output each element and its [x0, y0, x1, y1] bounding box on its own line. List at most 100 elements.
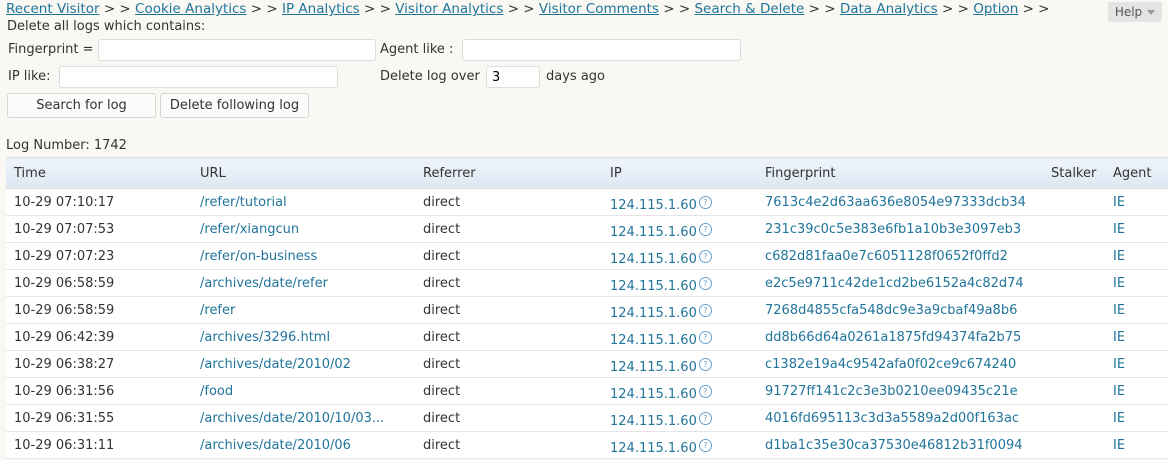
- nav-separator: > >: [663, 1, 691, 17]
- fingerprint-link[interactable]: e2c5e9711c42de1cd2be6152a4c82d74: [765, 276, 1024, 291]
- agent-label: Agent like :: [380, 42, 454, 57]
- ip-link[interactable]: 124.115.1.60: [610, 414, 697, 429]
- agent-link[interactable]: IE: [1113, 222, 1125, 237]
- col-stalker: Stalker: [1043, 157, 1105, 189]
- url-link[interactable]: /refer: [200, 303, 235, 318]
- fingerprint-link[interactable]: 91727ff141c2c3e3b0210ee09435c21e: [765, 384, 1018, 399]
- cell-agent: IE: [1105, 242, 1168, 270]
- ip-link[interactable]: 124.115.1.60: [610, 279, 697, 294]
- nav-cookie-analytics[interactable]: Cookie Analytics: [135, 1, 246, 17]
- ip-link[interactable]: 124.115.1.60: [610, 306, 697, 321]
- cell-referrer: direct: [415, 377, 602, 405]
- nav-search-delete[interactable]: Search & Delete: [694, 1, 804, 17]
- table-row: 10-29 06:31:56/food direct 124.115.1.60? 91…: [6, 377, 1168, 405]
- ip-link[interactable]: 124.115.1.60: [610, 198, 697, 213]
- url-link[interactable]: /archives/date/2010/10/03...: [200, 411, 384, 426]
- col-agent: Agent: [1105, 157, 1168, 189]
- ip-link[interactable]: 124.115.1.60: [610, 360, 697, 375]
- fingerprint-link[interactable]: 7268d4855cfa548dc9e3a9cbaf49a8b6: [765, 303, 1017, 318]
- question-icon[interactable]: ?: [698, 303, 712, 317]
- agent-link[interactable]: IE: [1113, 357, 1125, 372]
- table-row: 10-29 07:07:23/refer/on-business direct 12…: [6, 242, 1168, 270]
- agent-link[interactable]: IE: [1113, 249, 1125, 264]
- fingerprint-link[interactable]: 7613c4e2d63aa636e8054e97333dcb34: [765, 195, 1026, 210]
- nav-option[interactable]: Option: [973, 1, 1018, 17]
- question-icon[interactable]: ?: [698, 249, 712, 263]
- question-icon[interactable]: ?: [698, 276, 712, 290]
- delete-following-log-button[interactable]: Delete following log: [160, 93, 309, 118]
- question-icon[interactable]: ?: [698, 384, 712, 398]
- cell-fingerprint: d1ba1c35e30ca37530e46812b31f0094: [757, 431, 1043, 459]
- days-input[interactable]: [486, 66, 540, 88]
- fingerprint-link[interactable]: 231c39c0c5e383e6fb1a10b3e3097eb3: [765, 222, 1021, 237]
- cell-referrer: direct: [415, 269, 602, 297]
- agent-link[interactable]: IE: [1113, 384, 1125, 399]
- agent-link[interactable]: IE: [1113, 438, 1125, 453]
- nav-separator: > >: [808, 1, 836, 17]
- col-referrer: Referrer: [415, 157, 602, 189]
- help-tab[interactable]: Help: [1108, 2, 1162, 22]
- cell-fingerprint: 7268d4855cfa548dc9e3a9cbaf49a8b6: [757, 296, 1043, 324]
- col-ip: IP: [602, 157, 757, 189]
- ip-link[interactable]: 124.115.1.60: [610, 441, 697, 456]
- url-link[interactable]: /refer/on-business: [200, 249, 317, 264]
- url-link[interactable]: /archives/date/2010/06: [200, 438, 351, 453]
- nav-ip-analytics[interactable]: IP Analytics: [282, 1, 360, 17]
- agent-input[interactable]: [462, 39, 741, 61]
- question-icon[interactable]: ?: [698, 411, 712, 425]
- fingerprint-link[interactable]: 4016fd695113c3d3a5589a2d00f163ac: [765, 411, 1019, 426]
- cell-agent: IE: [1105, 188, 1168, 216]
- cell-referrer: direct: [415, 242, 602, 270]
- fingerprint-input[interactable]: [98, 39, 376, 61]
- cell-url: /archives/date/refer: [192, 269, 415, 297]
- nav-recent-visitor[interactable]: Recent Visitor: [6, 1, 100, 17]
- table-row: 10-29 06:58:59/refer direct 124.115.1.60? 7…: [6, 296, 1168, 324]
- url-link[interactable]: /archives/date/refer: [200, 276, 328, 291]
- cell-time: 10-29 06:58:59: [6, 269, 192, 297]
- fingerprint-link[interactable]: dd8b66d64a0261a1875fd94374fa2b75: [765, 330, 1021, 345]
- nav-visitor-analytics[interactable]: Visitor Analytics: [395, 1, 503, 17]
- fingerprint-link[interactable]: c682d81faa0e7c6051128f0652f0ffd2: [765, 249, 1008, 264]
- ip-link[interactable]: 124.115.1.60: [610, 333, 697, 348]
- url-link[interactable]: /refer/xiangcun: [200, 222, 299, 237]
- agent-link[interactable]: IE: [1113, 303, 1125, 318]
- cell-fingerprint: e2c5e9711c42de1cd2be6152a4c82d74: [757, 269, 1043, 297]
- ip-link[interactable]: 124.115.1.60: [610, 387, 697, 402]
- cell-fingerprint: c682d81faa0e7c6051128f0652f0ffd2: [757, 242, 1043, 270]
- cell-time: 10-29 06:38:27: [6, 350, 192, 378]
- cell-agent: IE: [1105, 215, 1168, 243]
- question-icon[interactable]: ?: [698, 438, 712, 452]
- question-icon[interactable]: ?: [698, 195, 712, 209]
- question-icon[interactable]: ?: [698, 222, 712, 236]
- agent-link[interactable]: IE: [1113, 411, 1125, 426]
- ip-input[interactable]: [59, 66, 338, 88]
- cell-url: /archives/date/2010/10/03...: [192, 404, 415, 432]
- url-link[interactable]: /refer/tutorial: [200, 195, 287, 210]
- table-row: 10-29 06:31:55/archives/date/2010/10/03.…: [6, 404, 1168, 432]
- col-fingerprint: Fingerprint: [757, 157, 1043, 189]
- url-link[interactable]: /archives/date/2010/02: [200, 357, 351, 372]
- agent-link[interactable]: IE: [1113, 330, 1125, 345]
- ip-link[interactable]: 124.115.1.60: [610, 225, 697, 240]
- url-link[interactable]: /food: [200, 384, 233, 399]
- form-heading: Delete all logs which contains:: [7, 19, 206, 34]
- cell-url: /refer/tutorial: [192, 188, 415, 216]
- ip-link[interactable]: 124.115.1.60: [610, 252, 697, 267]
- question-icon[interactable]: ?: [698, 357, 712, 371]
- fingerprint-link[interactable]: c1382e19a4c9542afa0f02ce9c674240: [765, 357, 1016, 372]
- cell-agent: IE: [1105, 350, 1168, 378]
- fingerprint-link[interactable]: d1ba1c35e30ca37530e46812b31f0094: [765, 438, 1023, 453]
- search-for-log-button[interactable]: Search for log: [7, 93, 156, 118]
- url-link[interactable]: /archives/3296.html: [200, 330, 330, 345]
- agent-link[interactable]: IE: [1113, 195, 1125, 210]
- nav-data-analytics[interactable]: Data Analytics: [840, 1, 938, 17]
- nav-separator: > >: [507, 1, 535, 17]
- nav-separator: > >: [941, 1, 969, 17]
- question-icon[interactable]: ?: [698, 330, 712, 344]
- cell-url: /archives/date/2010/06: [192, 431, 415, 459]
- agent-link[interactable]: IE: [1113, 276, 1125, 291]
- cell-url: /food: [192, 377, 415, 405]
- cell-stalker: [1043, 404, 1105, 432]
- cell-time: 10-29 06:58:59: [6, 296, 192, 324]
- nav-visitor-comments[interactable]: Visitor Comments: [539, 1, 659, 17]
